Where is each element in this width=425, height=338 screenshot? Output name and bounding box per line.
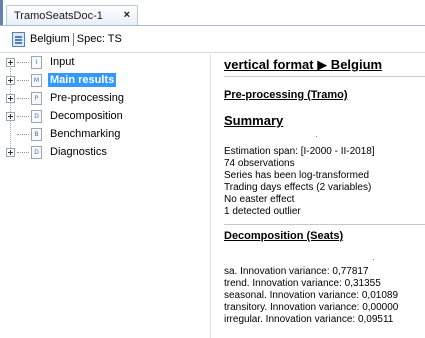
- variance-line: seasonal. Innovation variance: 0,01089: [224, 290, 399, 301]
- tree-connector: [17, 115, 29, 117]
- tree-item-label[interactable]: Benchmarking: [48, 127, 122, 141]
- expand-icon[interactable]: [6, 75, 15, 85]
- report-title: vertical format ▶ Belgium: [224, 57, 383, 72]
- tree-item-label[interactable]: Diagnostics: [48, 145, 109, 159]
- tree-connector: [17, 79, 29, 81]
- tree-connector: [17, 97, 29, 99]
- tree-item-benchmarking[interactable]: B Benchmarking: [6, 126, 122, 142]
- document-window: TramoSeatsDoc-1 × Belgium Spec: TS I Inp…: [0, 0, 425, 338]
- tree-item-pre-processing[interactable]: P Pre-processing: [6, 90, 126, 106]
- tree-connector: [17, 151, 29, 153]
- summary-line: Series has been log-transformed: [224, 170, 370, 181]
- tree-item-input[interactable]: I Input: [6, 54, 76, 70]
- tab-strip: TramoSeatsDoc-1 ×: [0, 0, 425, 26]
- variance-line: transitory. Innovation variance: 0,00000: [224, 302, 399, 313]
- summary-line: Estimation span: [I-2000 - II-2018]: [224, 146, 375, 157]
- expand-icon[interactable]: [6, 147, 15, 157]
- summary-line: 74 observations: [224, 158, 295, 169]
- close-icon[interactable]: ×: [124, 9, 130, 21]
- document-icon: [12, 31, 25, 47]
- main-results-node-icon: M: [31, 73, 42, 87]
- variance-line: irregular. Innovation variance: 0,09511: [224, 314, 394, 325]
- toolbar-separator: [72, 32, 74, 46]
- window-edge: [0, 0, 3, 26]
- benchmarking-node-icon: B: [31, 127, 42, 141]
- pre-processing-node-icon: P: [31, 91, 42, 105]
- tree-item-decomposition[interactable]: D Decomposition: [6, 108, 125, 124]
- speck: [316, 136, 317, 137]
- title-rule: [224, 76, 425, 77]
- tree-connector: [17, 133, 29, 135]
- document-tab-label: TramoSeatsDoc-1: [14, 10, 103, 22]
- summary-line: 1 detected outlier: [224, 206, 301, 217]
- speck: [373, 259, 374, 260]
- tree-item-label[interactable]: Input: [48, 55, 76, 69]
- document-tab[interactable]: TramoSeatsDoc-1 ×: [6, 5, 138, 26]
- tree-item-label[interactable]: Decomposition: [48, 109, 125, 123]
- summary-line: No easter effect: [224, 194, 295, 205]
- results-tree: I Input M Main results P Pre-processing …: [0, 54, 205, 338]
- tree-connector: [17, 61, 29, 63]
- expand-icon[interactable]: [6, 57, 15, 67]
- decomposition-heading: Decomposition (Seats): [224, 230, 344, 242]
- summary-heading: Summary: [224, 113, 284, 128]
- country-label[interactable]: Belgium: [30, 33, 70, 45]
- input-node-icon: I: [31, 55, 42, 69]
- diagnostics-node-icon: D: [31, 145, 42, 159]
- tree-item-main-results[interactable]: M Main results: [6, 72, 117, 88]
- decomposition-node-icon: D: [31, 109, 42, 123]
- document-toolbar: Belgium Spec: TS: [0, 26, 425, 53]
- preprocessing-heading: Pre-processing (Tramo): [224, 89, 348, 101]
- variance-line: trend. Innovation variance: 0,31355: [224, 278, 381, 289]
- tree-item-diagnostics[interactable]: D Diagnostics: [6, 144, 109, 160]
- tree-item-label[interactable]: Main results: [48, 73, 117, 87]
- expand-icon[interactable]: [6, 93, 15, 103]
- report-panel: vertical format ▶ Belgium Pre-processing…: [210, 54, 425, 338]
- tree-item-label[interactable]: Pre-processing: [48, 91, 126, 105]
- expand-icon[interactable]: [6, 111, 15, 121]
- spec-label[interactable]: Spec: TS: [77, 33, 122, 45]
- section-rule: [224, 224, 425, 225]
- summary-line: Trading days effects (2 variables): [224, 182, 372, 193]
- variance-line: sa. Innovation variance: 0,77817: [224, 266, 369, 277]
